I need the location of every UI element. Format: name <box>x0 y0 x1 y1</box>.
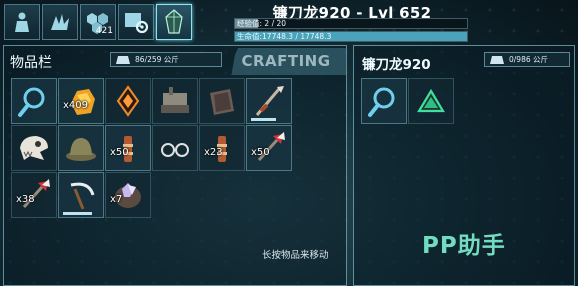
top-bar: 421 镰刀龙920 - Lvl 652 经验值: 2 / 20 生命值:177… <box>0 0 578 44</box>
item-slot[interactable] <box>152 78 198 124</box>
element-crystal-icon <box>165 9 183 34</box>
smithy-icon <box>161 87 189 113</box>
item-slot[interactable]: x50 <box>105 125 151 171</box>
item-slot[interactable]: x50 <box>246 125 292 171</box>
item-slot[interactable] <box>152 125 198 171</box>
player-weight: 86/259 公斤 <box>110 52 222 67</box>
health-bar: 生命值:17748.3 / 17748.3 <box>234 31 468 42</box>
creature-weight-text: 0/986 公斤 <box>509 55 548 64</box>
artifact-icon <box>116 85 140 117</box>
durability-bar <box>251 118 277 121</box>
item-slot[interactable] <box>11 125 57 171</box>
item-slot[interactable] <box>361 78 407 124</box>
item-slot[interactable]: x7 <box>105 172 151 218</box>
item-quantity: x38 <box>16 194 35 205</box>
creature-weight: 0/986 公斤 <box>484 52 570 67</box>
tab-tame[interactable] <box>42 4 78 40</box>
item-slot[interactable] <box>58 125 104 171</box>
search-icon <box>18 87 45 117</box>
tribe-settings-icon <box>125 13 149 34</box>
item-slot[interactable] <box>246 78 292 124</box>
tab-element[interactable] <box>156 4 192 40</box>
tab-survivor[interactable] <box>4 4 40 40</box>
xp-bar: 经验值: 2 / 20 <box>234 18 468 29</box>
item-quantity: x23 <box>204 147 223 158</box>
dino-tame-icon <box>51 14 69 30</box>
item-quantity: x50 <box>110 147 129 158</box>
health-text: 生命值:17748.3 / 17748.3 <box>237 32 332 41</box>
item-slot[interactable]: x23 <box>199 125 245 171</box>
tab-engrams[interactable]: 421 <box>80 4 116 40</box>
weight-icon <box>490 56 504 64</box>
glasses-icon <box>161 143 189 157</box>
player-weight-text: 86/259 公斤 <box>135 55 179 64</box>
item-quantity: x409 <box>63 100 89 111</box>
move-hint: 长按物品来移动 <box>262 250 329 261</box>
sickle-icon <box>70 182 95 210</box>
player-inventory-panel: 物品栏 86/259 公斤 CRAFTING x409 x50 x23 x50 x38 x… <box>3 45 347 286</box>
fabricator-icon <box>210 89 234 115</box>
item-slot[interactable] <box>408 78 454 124</box>
item-slot[interactable]: x409 <box>58 78 104 124</box>
pith-helmet-icon <box>66 138 96 161</box>
item-quantity: x7 <box>110 194 123 205</box>
survivor-icon <box>15 12 29 32</box>
pike-icon <box>255 86 284 116</box>
item-slot[interactable] <box>11 78 57 124</box>
dino-skull-icon <box>20 136 48 160</box>
item-quantity: x50 <box>251 147 270 158</box>
xp-text: 经验值: 2 / 20 <box>237 19 287 28</box>
search-icon <box>368 87 395 117</box>
item-slot[interactable] <box>199 78 245 124</box>
item-slot[interactable] <box>58 172 104 218</box>
engram-count: 421 <box>95 26 113 36</box>
element-shard-icon <box>417 88 445 113</box>
durability-bar <box>63 212 92 215</box>
weight-icon <box>116 56 130 64</box>
inventory-title: 物品栏 <box>10 55 52 71</box>
item-slot[interactable] <box>105 78 151 124</box>
tab-tribe[interactable] <box>118 4 154 40</box>
item-slot[interactable]: x38 <box>11 172 57 218</box>
crafting-tab[interactable]: CRAFTING <box>226 48 346 75</box>
watermark: PP助手 <box>422 233 506 259</box>
creature-inventory-title: 镰刀龙920 <box>362 57 431 73</box>
